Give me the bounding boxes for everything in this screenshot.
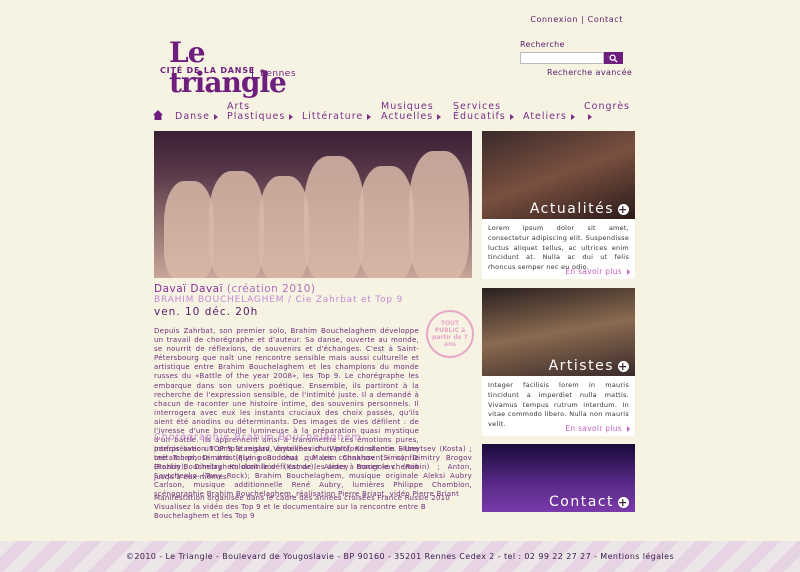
home-icon[interactable]: [153, 110, 163, 120]
news-card: Actualités + Lorem ipsum dolor sit amet, …: [482, 131, 635, 279]
chevron-right-icon: [509, 113, 514, 120]
search-box: Recherche Recherche avancée: [520, 40, 632, 77]
contact-link[interactable]: Contact: [588, 15, 623, 24]
plus-icon: +: [618, 495, 629, 509]
artists-card: Artistes + Integer facilisis lorem in mau…: [482, 288, 635, 436]
credits-text: Interprétation TOP 9 Stanislav Vaytekhov…: [154, 445, 472, 499]
hero-image: [154, 131, 472, 278]
login-link[interactable]: Connexion: [530, 15, 578, 24]
artists-card-text: Integer facilisis lorem in mauris tincid…: [488, 381, 629, 429]
chevron-right-icon: [627, 269, 630, 275]
manifestation-text: Manifestation organisée dans le cadre de…: [154, 494, 451, 521]
footer: ©2010 - Le Triangle - Boulevard de Yougo…: [0, 541, 800, 572]
event-date: ven. 10 déc. 20h: [154, 306, 259, 318]
contact-card-title[interactable]: Contact +: [549, 494, 629, 510]
search-input[interactable]: [520, 52, 604, 64]
artists-more-link[interactable]: En savoir plus: [565, 424, 630, 433]
site-logo[interactable]: Le triangle CITÉ DE LA DANSE Rennes: [160, 38, 300, 98]
main-nav: Danse Arts Plastiques Littérature Musiqu…: [153, 100, 636, 122]
nav-item-danse[interactable]: Danse: [175, 112, 218, 122]
search-icon: [609, 53, 618, 63]
chevron-right-icon: [627, 426, 630, 432]
chevron-right-icon: [570, 113, 575, 120]
plus-icon: +: [618, 202, 629, 216]
news-card-text: Lorem ipsum dolor sit amet, consectetur …: [488, 224, 629, 272]
logo-divider: [252, 68, 253, 80]
chevron-right-icon: [289, 113, 294, 120]
logo-city: Rennes: [260, 69, 297, 79]
news-card-title[interactable]: Actualités +: [530, 201, 629, 217]
news-image[interactable]: Actualités +: [482, 131, 635, 219]
nav-item-services-educatifs[interactable]: Services Éducatifs: [453, 102, 514, 122]
credits-title: Chorégraphie Brahim Bouchelaghem: [154, 432, 362, 443]
contact-card: Contact +: [482, 444, 635, 512]
advanced-search-link[interactable]: Recherche avancée: [547, 68, 632, 77]
nav-item-arts-plastiques[interactable]: Arts Plastiques: [227, 102, 294, 122]
logo-tagline: CITÉ DE LA DANSE: [160, 66, 256, 75]
event-author: BRAHIM BOUCHELAGHEM / Cie Zahrbat et Top…: [154, 295, 404, 305]
chevron-right-icon: [437, 113, 442, 120]
news-more-link[interactable]: En savoir plus: [565, 267, 630, 276]
contact-image[interactable]: Contact +: [482, 444, 635, 512]
top-links: Connexion | Contact: [530, 15, 623, 24]
artists-card-title[interactable]: Artistes +: [549, 358, 629, 374]
top-separator: |: [581, 15, 585, 24]
chevron-right-icon: [213, 113, 218, 120]
event-title: Davaï Davaï (création 2010): [154, 283, 316, 295]
nav-item-litterature[interactable]: Littérature: [302, 112, 372, 122]
chevron-right-icon: [588, 113, 592, 120]
nav-item-congres[interactable]: Congrès: [584, 102, 636, 122]
audience-badge: TOUT PUBLIC à partir de 7 ans: [426, 310, 474, 358]
artists-image[interactable]: Artistes +: [482, 288, 635, 376]
search-button[interactable]: [604, 52, 623, 64]
nav-item-ateliers[interactable]: Ateliers: [523, 112, 575, 122]
chevron-right-icon: [367, 113, 372, 120]
footer-text: ©2010 - Le Triangle - Boulevard de Yougo…: [125, 552, 675, 561]
search-label: Recherche: [520, 40, 565, 49]
nav-item-musiques-actuelles[interactable]: Musiques Actuelles: [381, 102, 442, 122]
plus-icon: +: [618, 359, 629, 373]
